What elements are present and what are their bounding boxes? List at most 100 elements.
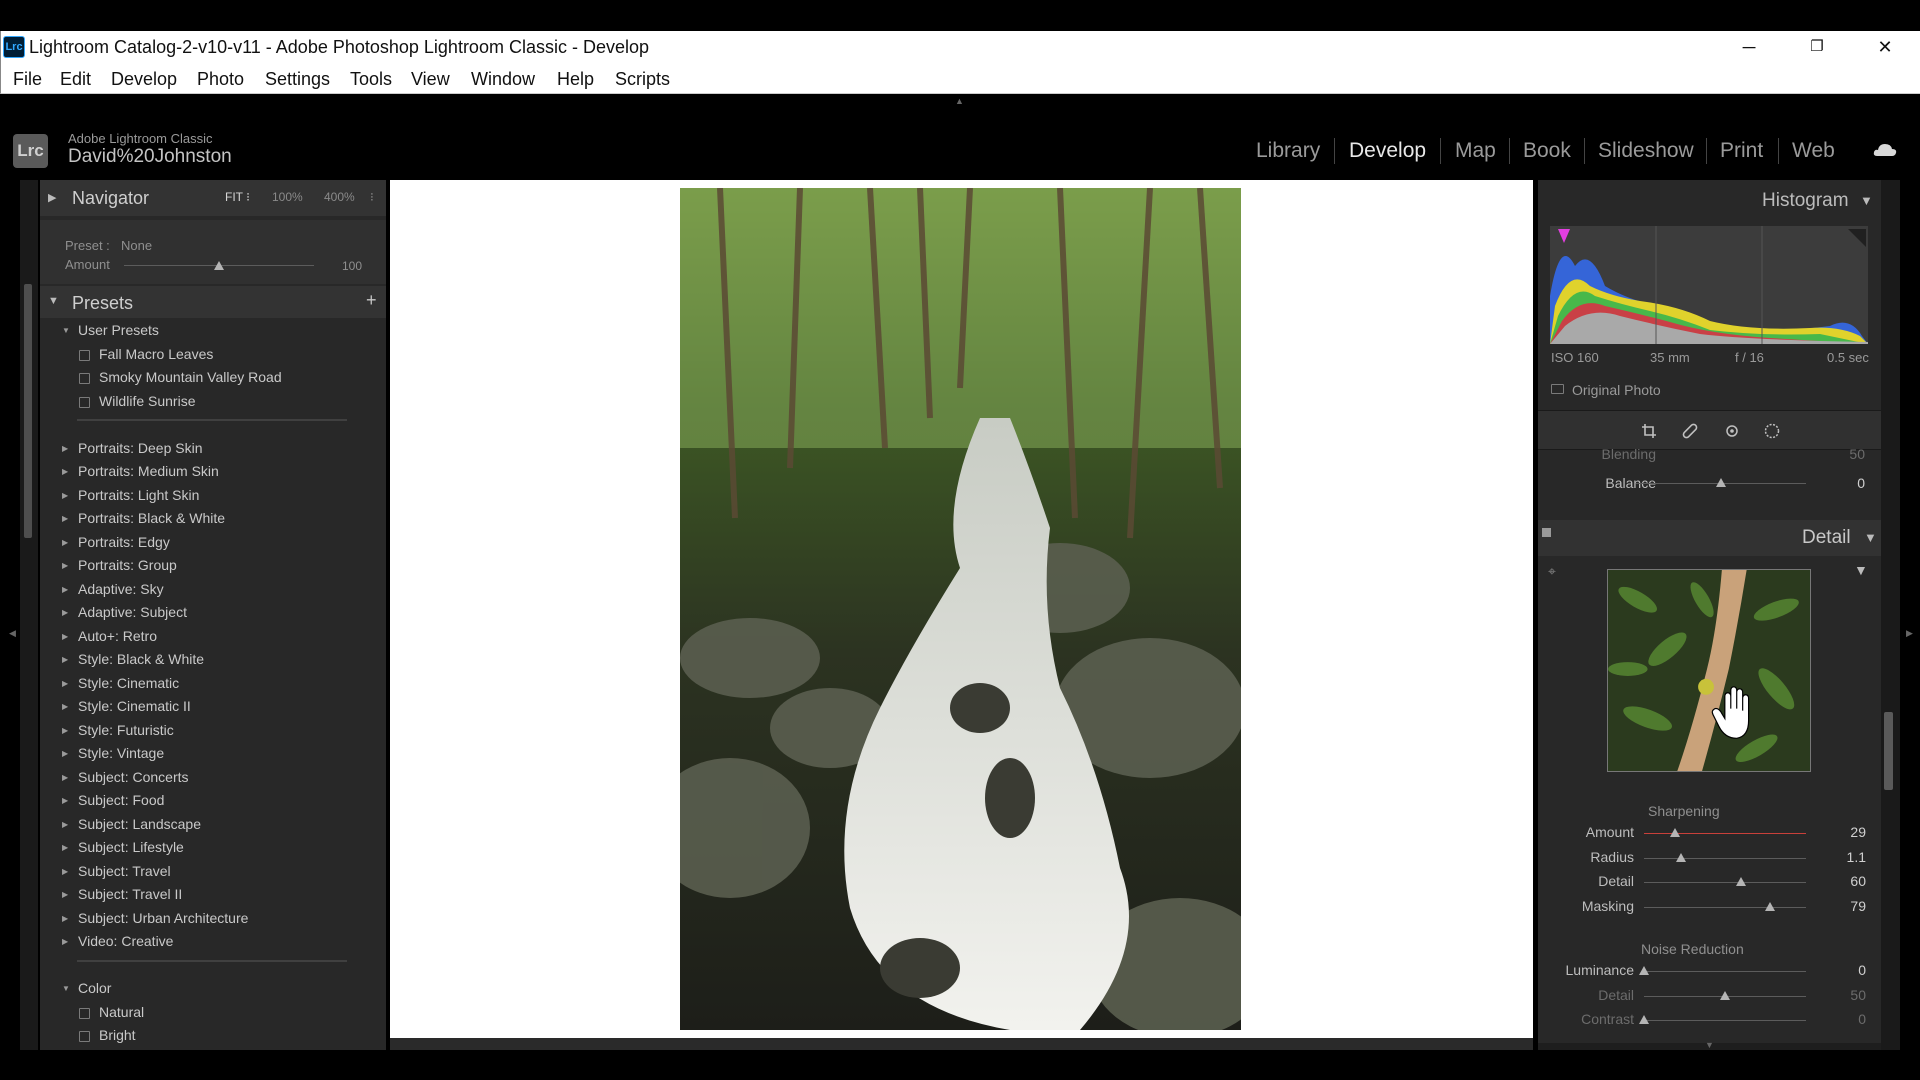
redeye-icon[interactable] [1724, 423, 1740, 439]
balance-slider-knob[interactable] [1716, 478, 1726, 487]
module-library[interactable]: Library [1256, 139, 1320, 163]
zoom-more[interactable]: ⁝ [370, 190, 374, 204]
preset-group[interactable]: Style: Black & White [78, 651, 204, 667]
collapse-triangle-icon[interactable]: ▼ [48, 295, 59, 307]
preset-group[interactable]: Style: Cinematic [78, 675, 179, 691]
detail-header[interactable]: Detail ▼ [1538, 520, 1881, 556]
preset-group[interactable]: Portraits: Medium Skin [78, 463, 219, 479]
group-triangle-icon[interactable]: ▼ [62, 984, 70, 993]
amount-slider-knob[interactable] [214, 261, 224, 270]
noise-luminance-slider-track[interactable] [1644, 971, 1806, 972]
group-triangle-icon[interactable]: ▶ [62, 585, 68, 594]
module-map[interactable]: Map [1455, 139, 1496, 163]
preset-group[interactable]: Auto+: Retro [78, 628, 157, 644]
menu-photo[interactable]: Photo [197, 69, 244, 90]
menu-settings[interactable]: Settings [265, 69, 330, 90]
preset-group-user-presets[interactable]: User Presets [78, 322, 159, 338]
preset-group[interactable]: Portraits: Deep Skin [78, 440, 203, 456]
minimize-button[interactable]: ─ [1726, 33, 1772, 61]
collapse-triangle-icon[interactable]: ▼ [1860, 193, 1873, 208]
preset-group[interactable]: Portraits: Group [78, 557, 177, 573]
navigator-header[interactable]: ▶ Navigator FIT ⁝ 100% 400% ⁝ [40, 180, 386, 216]
right-panel-scrollbar[interactable] [1884, 712, 1893, 790]
group-triangle-icon[interactable]: ▶ [62, 937, 68, 946]
add-preset-icon[interactable]: + [366, 290, 377, 311]
preset-item[interactable]: Wildlife Sunrise [99, 393, 195, 409]
group-triangle-icon[interactable]: ▶ [62, 820, 68, 829]
close-button[interactable]: ✕ [1862, 33, 1908, 61]
group-triangle-icon[interactable]: ▶ [62, 843, 68, 852]
module-develop[interactable]: Develop [1349, 139, 1426, 163]
preset-group[interactable]: Adaptive: Subject [78, 604, 187, 620]
preset-group[interactable]: Portraits: Black & White [78, 510, 225, 526]
heal-icon[interactable] [1682, 423, 1698, 439]
group-triangle-icon[interactable]: ▶ [62, 608, 68, 617]
group-triangle-icon[interactable]: ▶ [62, 773, 68, 782]
collapse-triangle-icon[interactable]: ▼ [1864, 530, 1877, 545]
module-slideshow[interactable]: Slideshow [1598, 139, 1694, 163]
preview-toggle-icon[interactable]: ▼ [1854, 562, 1868, 578]
menu-window[interactable]: Window [471, 69, 535, 90]
group-triangle-icon[interactable]: ▶ [62, 890, 68, 899]
preset-group[interactable]: Subject: Urban Architecture [78, 910, 248, 926]
target-adjust-icon[interactable]: ⌖ [1548, 563, 1556, 580]
panel-switch-icon[interactable] [1542, 528, 1551, 537]
histogram-graph[interactable] [1550, 226, 1868, 344]
module-web[interactable]: Web [1792, 139, 1835, 163]
preset-group[interactable]: Portraits: Edgy [78, 534, 170, 550]
preset-group[interactable]: Style: Cinematic II [78, 698, 191, 714]
module-book[interactable]: Book [1523, 139, 1571, 163]
zoom-fit[interactable]: FIT ⁝ [225, 190, 250, 204]
preset-item[interactable]: Bright [99, 1027, 136, 1043]
group-triangle-icon[interactable]: ▶ [62, 491, 68, 500]
preset-group[interactable]: Style: Futuristic [78, 722, 174, 738]
preset-group[interactable]: Subject: Travel II [78, 886, 182, 902]
scroll-down-icon[interactable]: ▼ [1705, 1040, 1714, 1050]
preset-group[interactable]: Adaptive: Sky [78, 581, 164, 597]
preset-group[interactable]: Video: Creative [78, 933, 173, 949]
noise-contrast-slider-track[interactable] [1644, 1020, 1806, 1021]
group-triangle-icon[interactable]: ▶ [62, 679, 68, 688]
menu-develop[interactable]: Develop [111, 69, 177, 90]
preset-group[interactable]: Subject: Travel [78, 863, 171, 879]
zoom-400[interactable]: 400% [324, 190, 355, 204]
sharpening-masking-slider-track[interactable] [1644, 906, 1806, 908]
group-triangle-icon[interactable]: ▶ [62, 796, 68, 805]
detail-preview[interactable] [1607, 569, 1811, 772]
menu-tools[interactable]: Tools [350, 69, 392, 90]
sharpening-detail-slider-track[interactable] [1644, 882, 1806, 883]
preset-group[interactable]: Subject: Food [78, 792, 164, 808]
group-triangle-icon[interactable]: ▶ [62, 444, 68, 453]
preset-group-color[interactable]: Color [78, 980, 111, 996]
group-triangle-icon[interactable]: ▶ [62, 655, 68, 664]
group-triangle-icon[interactable]: ▶ [62, 867, 68, 876]
preset-item[interactable]: Smoky Mountain Valley Road [99, 369, 282, 385]
menu-view[interactable]: View [411, 69, 450, 90]
sharpening-masking-slider-knob[interactable] [1765, 901, 1776, 911]
group-triangle-icon[interactable]: ▶ [62, 749, 68, 758]
menu-edit[interactable]: Edit [60, 69, 91, 90]
group-triangle-icon[interactable]: ▶ [62, 726, 68, 735]
expand-triangle-icon[interactable]: ▶ [48, 191, 56, 204]
mask-icon[interactable] [1764, 423, 1780, 439]
group-triangle-icon[interactable]: ▶ [62, 538, 68, 547]
sharpening-detail-slider-knob[interactable] [1736, 877, 1747, 886]
group-triangle-icon[interactable]: ▶ [62, 632, 68, 641]
noise-luminance-slider-knob[interactable] [1639, 966, 1649, 975]
module-print[interactable]: Print [1720, 139, 1763, 163]
presets-header[interactable]: ▼ Presets + [40, 286, 386, 318]
maximize-button[interactable]: ❐ [1794, 33, 1840, 61]
noise-detail-slider-knob[interactable] [1720, 990, 1730, 1000]
crop-icon[interactable] [1641, 423, 1657, 439]
original-photo-checkbox[interactable] [1551, 384, 1564, 394]
sharpening-amount-slider-track[interactable] [1644, 833, 1806, 834]
sharpening-radius-slider-knob[interactable] [1676, 852, 1687, 862]
cloud-sync-icon[interactable] [1873, 142, 1897, 156]
preset-group[interactable]: Portraits: Light Skin [78, 487, 199, 503]
preset-group[interactable]: Subject: Concerts [78, 769, 189, 785]
preset-group[interactable]: Style: Vintage [78, 745, 164, 761]
preset-group[interactable]: Subject: Lifestyle [78, 839, 184, 855]
menu-file[interactable]: File [13, 69, 42, 90]
group-triangle-icon[interactable]: ▶ [62, 561, 68, 570]
preset-group[interactable]: Subject: Landscape [78, 816, 201, 832]
